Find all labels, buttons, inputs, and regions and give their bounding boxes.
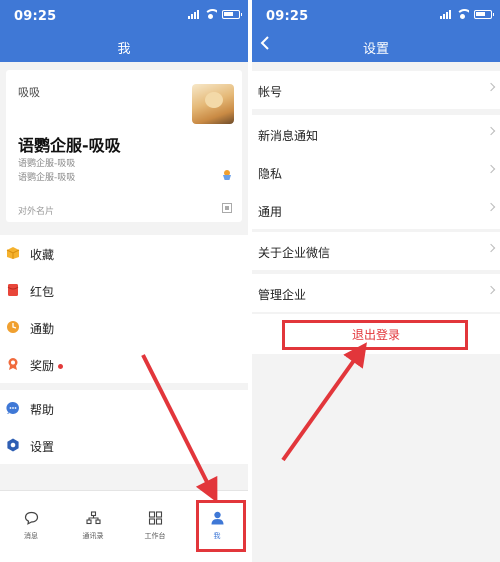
profile-name: 语鹦企服-吸吸 <box>18 136 121 155</box>
settings-item-privacy[interactable]: 隐私 <box>252 153 500 191</box>
settings-group-manage: 管理企业 <box>252 274 500 312</box>
tab-contacts[interactable]: 通讯录 <box>62 491 124 562</box>
menu-item-label: 红包 <box>30 285 55 299</box>
battery-icon <box>222 9 242 19</box>
profile-card[interactable]: 吸吸 语鹦企服-吸吸 语鹦企服-吸吸 语鹦企服-吸吸 对外名片 <box>6 70 242 222</box>
tab-label: 消息 <box>24 532 38 540</box>
status-icons <box>188 9 242 19</box>
status-icons <box>440 9 494 19</box>
commute-icon <box>7 321 19 333</box>
me-screen: 09:25 我 吸吸 语鹦企服-吸吸 语鹦企服-吸吸 语鹦企服-吸吸 对外名片 … <box>0 0 248 562</box>
menu-item-settings[interactable]: 设置 <box>0 427 248 464</box>
settings-item-label: 管理企业 <box>258 288 307 302</box>
settings-item-manage-company[interactable]: 管理企业 <box>252 274 500 312</box>
settings-item-label: 关于企业微信 <box>258 246 331 260</box>
me-header: 09:25 我 <box>0 0 248 62</box>
tab-label: 通讯录 <box>82 532 104 540</box>
chevron-right-icon <box>486 243 496 253</box>
settings-group-about: 关于企业微信 <box>252 232 500 270</box>
tab-messages[interactable]: 消息 <box>0 491 62 562</box>
external-card-label[interactable]: 对外名片 <box>18 204 54 217</box>
screenshot-composite: 09:25 我 吸吸 语鹦企服-吸吸 语鹦企服-吸吸 语鹦企服-吸吸 对外名片 … <box>0 0 500 562</box>
profile-company: 语鹦企服-吸吸 <box>18 159 76 169</box>
reward-icon <box>8 358 18 370</box>
menu-item-label: 收藏 <box>30 248 55 262</box>
avatar[interactable] <box>192 84 234 124</box>
menu-group-support: 帮助 设置 <box>0 390 248 464</box>
chevron-right-icon <box>486 285 496 295</box>
logout-highlight-box <box>282 320 468 350</box>
settings-item-notifications[interactable]: 新消息通知 <box>252 115 500 153</box>
notification-dot <box>58 364 64 369</box>
settings-icon <box>7 438 19 452</box>
page-title: 设置 <box>362 42 389 57</box>
menu-item-red-packet[interactable]: 红包 <box>0 272 248 309</box>
chevron-right-icon <box>486 126 496 136</box>
profile-title: 语鹦企服-吸吸 <box>18 173 76 183</box>
settings-item-label: 通用 <box>258 205 283 219</box>
menu-item-reward[interactable]: 奖励 <box>0 346 248 383</box>
settings-group-main: 新消息通知 隐私 通用 <box>252 115 500 229</box>
signal-icon <box>440 9 451 19</box>
menu-item-label: 设置 <box>30 440 55 454</box>
settings-item-about[interactable]: 关于企业微信 <box>252 232 500 270</box>
workbench-grid-icon <box>148 511 163 525</box>
battery-icon <box>474 9 494 19</box>
red-packet-icon <box>7 284 19 296</box>
menu-item-label: 帮助 <box>30 403 55 417</box>
help-icon <box>6 401 19 414</box>
status-time: 09:25 <box>14 9 57 24</box>
chevron-right-icon <box>486 202 496 212</box>
settings-header: 09:25 设置 <box>252 0 500 62</box>
signal-icon <box>188 9 199 19</box>
menu-item-favorites[interactable]: 收藏 <box>0 235 248 272</box>
tab-workbench[interactable]: 工作台 <box>124 491 186 562</box>
menu-group-main: 收藏 红包 通勤 奖励 <box>0 235 248 383</box>
medal-icon[interactable] <box>222 170 232 180</box>
menu-item-label: 通勤 <box>30 322 55 336</box>
menu-item-label: 奖励 <box>30 357 64 374</box>
page-title: 我 <box>117 42 131 57</box>
status-time: 09:25 <box>266 9 309 24</box>
menu-item-help[interactable]: 帮助 <box>0 390 248 427</box>
chevron-right-icon <box>486 164 496 174</box>
settings-item-label: 新消息通知 <box>258 129 319 143</box>
contacts-icon <box>86 511 101 525</box>
favorites-icon <box>6 247 20 259</box>
settings-item-account[interactable]: 帐号 <box>252 71 500 109</box>
tab-label: 工作台 <box>144 532 166 540</box>
settings-item-general[interactable]: 通用 <box>252 191 500 229</box>
me-tab-highlight-box <box>196 500 246 552</box>
menu-item-commute[interactable]: 通勤 <box>0 309 248 346</box>
qrcode-icon[interactable] <box>222 203 232 213</box>
wifi-icon <box>204 9 217 19</box>
settings-group-account: 帐号 <box>252 71 500 109</box>
profile-nickname: 吸吸 <box>18 86 40 99</box>
chevron-right-icon <box>486 82 496 92</box>
settings-item-label: 帐号 <box>258 85 283 99</box>
wifi-icon <box>456 9 469 19</box>
settings-item-label: 隐私 <box>258 167 283 181</box>
settings-screen: 09:25 设置 帐号 新消息通知 隐私 通用 关于企业微信 管理企业 退出登录 <box>252 0 500 562</box>
chat-bubble-icon <box>24 511 39 525</box>
